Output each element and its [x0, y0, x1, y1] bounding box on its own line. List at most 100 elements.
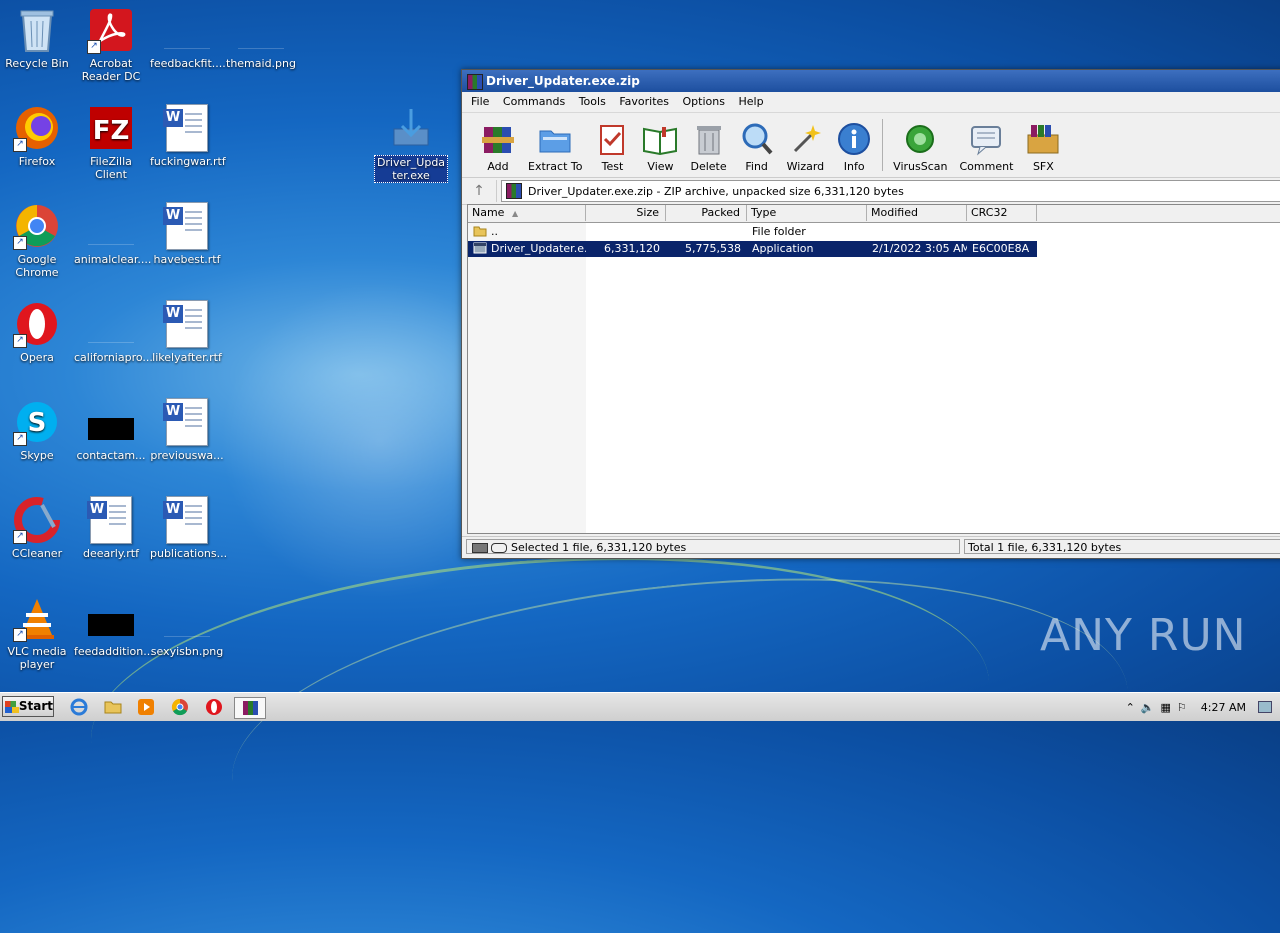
- desktop-icon-feedaddition[interactable]: feedaddition...: [74, 594, 154, 658]
- desktop-icon-google-chrome[interactable]: ↗ Google Chrome: [0, 202, 74, 279]
- delete-button[interactable]: Delete: [684, 113, 732, 177]
- desktop-icon-animalclear[interactable]: animalclear....: [74, 202, 152, 266]
- show-desktop-icon[interactable]: [1258, 701, 1272, 713]
- desktop-icon-havebest[interactable]: W havebest.rtf: [150, 202, 224, 266]
- menu-options[interactable]: Options: [678, 95, 730, 108]
- test-button[interactable]: Test: [588, 113, 636, 177]
- clock[interactable]: 4:27 AM: [1201, 701, 1246, 714]
- desktop-icon-filezilla[interactable]: FZ FileZilla Client: [74, 104, 148, 181]
- taskbar-explorer[interactable]: [102, 697, 124, 717]
- status-bar: Selected 1 file, 6,331,120 bytes Total 1…: [462, 536, 1280, 557]
- start-button[interactable]: Start: [2, 696, 54, 717]
- desktop-icon-likelyafter[interactable]: W likelyafter.rtf: [150, 300, 224, 364]
- up-arrow-icon[interactable]: ↑: [462, 180, 497, 202]
- taskbar-ie[interactable]: [68, 697, 90, 717]
- taskbar-chrome[interactable]: [169, 697, 191, 717]
- row-name: Driver_Updater.e...: [491, 242, 586, 255]
- column-header-crc32[interactable]: CRC32: [967, 205, 1037, 221]
- folder-icon: [104, 701, 122, 714]
- column-header-modified[interactable]: Modified: [867, 205, 967, 221]
- firefox-icon: ↗: [13, 104, 61, 152]
- vlc-icon: ↗: [13, 594, 61, 642]
- desktop-icon-contactam[interactable]: contactam...: [74, 398, 148, 462]
- desktop-icon-fuckingwar[interactable]: W fuckingwar.rtf: [150, 104, 226, 168]
- action-center-flag-icon[interactable]: ⚐: [1177, 701, 1187, 714]
- desktop-icon-previouswa[interactable]: W previouswa...: [150, 398, 224, 462]
- winrar-window[interactable]: Driver_Updater.exe.zip File Commands Too…: [461, 69, 1280, 559]
- desktop-icon-label: Recycle Bin: [5, 57, 69, 70]
- virusscan-button[interactable]: VirusScan: [887, 113, 953, 177]
- desktop-icon-feedbackfit[interactable]: feedbackfit....: [150, 6, 226, 70]
- table-row[interactable]: .. File folder: [468, 224, 1037, 240]
- desktop-icon-publications[interactable]: W publications...: [150, 496, 228, 560]
- desktop-icon-californiapro[interactable]: californiapro...: [74, 300, 153, 364]
- file-thumbnail-icon: [163, 594, 211, 642]
- archive-path-field[interactable]: Driver_Updater.exe.zip - ZIP archive, un…: [501, 180, 1280, 202]
- taskbar: Start ⌃ 🔈 ▦ ⚐ 4:27 AM: [0, 692, 1280, 721]
- desktop-icon-label: publications...: [150, 547, 228, 560]
- book-icon: [642, 121, 678, 157]
- taskbar-opera[interactable]: [203, 697, 225, 717]
- add-button[interactable]: Add: [474, 113, 522, 177]
- desktop-icon-vlc[interactable]: ↗ VLC media player: [0, 594, 74, 671]
- desktop-icon-recycle-bin[interactable]: Recycle Bin: [0, 6, 74, 70]
- extract-to-button[interactable]: Extract To: [522, 113, 588, 177]
- desktop-icon-label: sexyisbn.png: [150, 645, 224, 658]
- column-header-packed[interactable]: Packed: [666, 205, 747, 221]
- volume-icon[interactable]: 🔈: [1141, 701, 1155, 714]
- view-button[interactable]: View: [636, 113, 684, 177]
- zip-archive-icon: [506, 183, 522, 199]
- desktop-icon-deearly[interactable]: W deearly.rtf: [74, 496, 148, 560]
- column-header-size[interactable]: Size: [586, 205, 666, 221]
- desktop-icon-skype[interactable]: S ↗ Skype: [0, 398, 74, 462]
- drive-icon[interactable]: [472, 543, 488, 553]
- desktop-icon-themaid[interactable]: themaid.png: [224, 6, 298, 70]
- row-packed: [666, 224, 747, 240]
- filezilla-icon: FZ: [87, 104, 135, 152]
- file-list[interactable]: Name ▲ Size Packed Type Modified CRC32 .…: [467, 204, 1280, 534]
- taskbar-winrar[interactable]: [234, 697, 266, 719]
- desktop-icon-label: animalclear....: [74, 253, 152, 266]
- menu-tools[interactable]: Tools: [574, 95, 611, 108]
- wizard-button[interactable]: Wizard: [781, 113, 831, 177]
- internet-explorer-icon: [70, 698, 88, 716]
- network-icon[interactable]: ▦: [1161, 701, 1171, 714]
- menu-favorites[interactable]: Favorites: [614, 95, 674, 108]
- column-header-label: Name: [472, 206, 505, 219]
- menu-commands[interactable]: Commands: [498, 95, 570, 108]
- comment-button[interactable]: Comment: [953, 113, 1019, 177]
- menu-file[interactable]: File: [466, 95, 494, 108]
- file-name-cell: Driver_Updater.e...: [468, 241, 586, 257]
- menu-help[interactable]: Help: [733, 95, 768, 108]
- table-row-selected[interactable]: Driver_Updater.e... 6,331,120 5,775,538 …: [468, 241, 1037, 257]
- desktop-icon-sexyisbn[interactable]: sexyisbn.png: [150, 594, 224, 658]
- shortcut-arrow-icon: ↗: [13, 432, 27, 446]
- sfx-label: SFX: [1032, 160, 1054, 173]
- file-list-name-column-bg: [468, 222, 586, 533]
- row-modified: 2/1/2022 3:05 AM: [867, 241, 967, 257]
- desktop-icon-driver-updater[interactable]: Driver_Updater.exe: [374, 104, 448, 183]
- virusscan-label: VirusScan: [893, 160, 948, 173]
- desktop-icon-label: Acrobat Reader DC: [81, 57, 141, 83]
- desktop-icon-ccleaner[interactable]: ↗ CCleaner: [0, 496, 74, 560]
- column-header-name[interactable]: Name ▲: [468, 205, 586, 221]
- show-hidden-icons-icon[interactable]: ⌃: [1126, 701, 1135, 714]
- column-header-type[interactable]: Type: [747, 205, 867, 221]
- status-selection-text: Selected 1 file, 6,331,120 bytes: [511, 541, 687, 554]
- comment-icon: [968, 121, 1004, 157]
- find-button[interactable]: Find: [733, 113, 781, 177]
- desktop-icon-label: Google Chrome: [15, 253, 59, 279]
- window-titlebar[interactable]: Driver_Updater.exe.zip: [462, 70, 1280, 92]
- download-icon: [387, 104, 435, 152]
- taskbar-media-player[interactable]: [135, 697, 157, 717]
- key-icon[interactable]: [491, 543, 507, 553]
- desktop-icon-opera[interactable]: ↗ Opera: [0, 300, 74, 364]
- file-list-header: Name ▲ Size Packed Type Modified CRC32: [468, 205, 1280, 223]
- comment-label: Comment: [959, 160, 1014, 173]
- desktop-icon-firefox[interactable]: ↗ Firefox: [0, 104, 74, 168]
- desktop-icon-acrobat-reader[interactable]: ↗ Acrobat Reader DC: [74, 6, 148, 83]
- info-button[interactable]: Info: [830, 113, 878, 177]
- sfx-button[interactable]: SFX: [1019, 113, 1067, 177]
- parent-folder-cell: ..: [468, 224, 586, 240]
- toolbar: Add Extract To Test View Delete Find Wiz…: [462, 113, 1280, 178]
